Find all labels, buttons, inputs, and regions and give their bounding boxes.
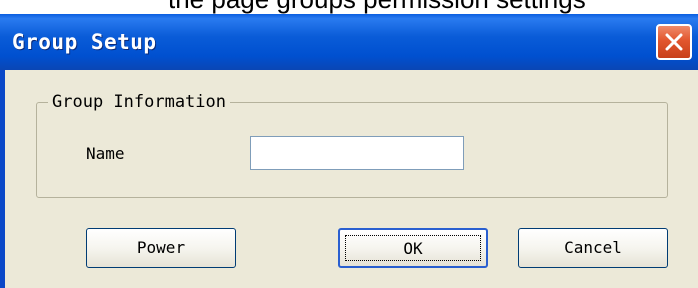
title-bar[interactable]: Group Setup xyxy=(0,14,698,70)
power-button-label: Power xyxy=(136,238,186,257)
group-setup-dialog: the page groups permission settings Grou… xyxy=(0,0,698,288)
background-page-text: the page groups permission settings xyxy=(168,0,586,14)
cancel-button[interactable]: Cancel xyxy=(518,228,668,268)
ok-button-label: OK xyxy=(403,239,423,258)
name-input[interactable] xyxy=(250,136,464,170)
name-label: Name xyxy=(86,144,125,163)
window-title: Group Setup xyxy=(12,30,157,54)
ok-button[interactable]: OK xyxy=(338,228,488,268)
power-button[interactable]: Power xyxy=(86,228,236,268)
close-icon xyxy=(665,33,683,51)
close-button[interactable] xyxy=(656,24,692,60)
cancel-button-label: Cancel xyxy=(564,238,622,257)
background-page-strip: the page groups permission settings xyxy=(0,0,698,14)
group-information-legend: Group Information xyxy=(48,90,230,114)
window-left-border xyxy=(0,70,5,288)
